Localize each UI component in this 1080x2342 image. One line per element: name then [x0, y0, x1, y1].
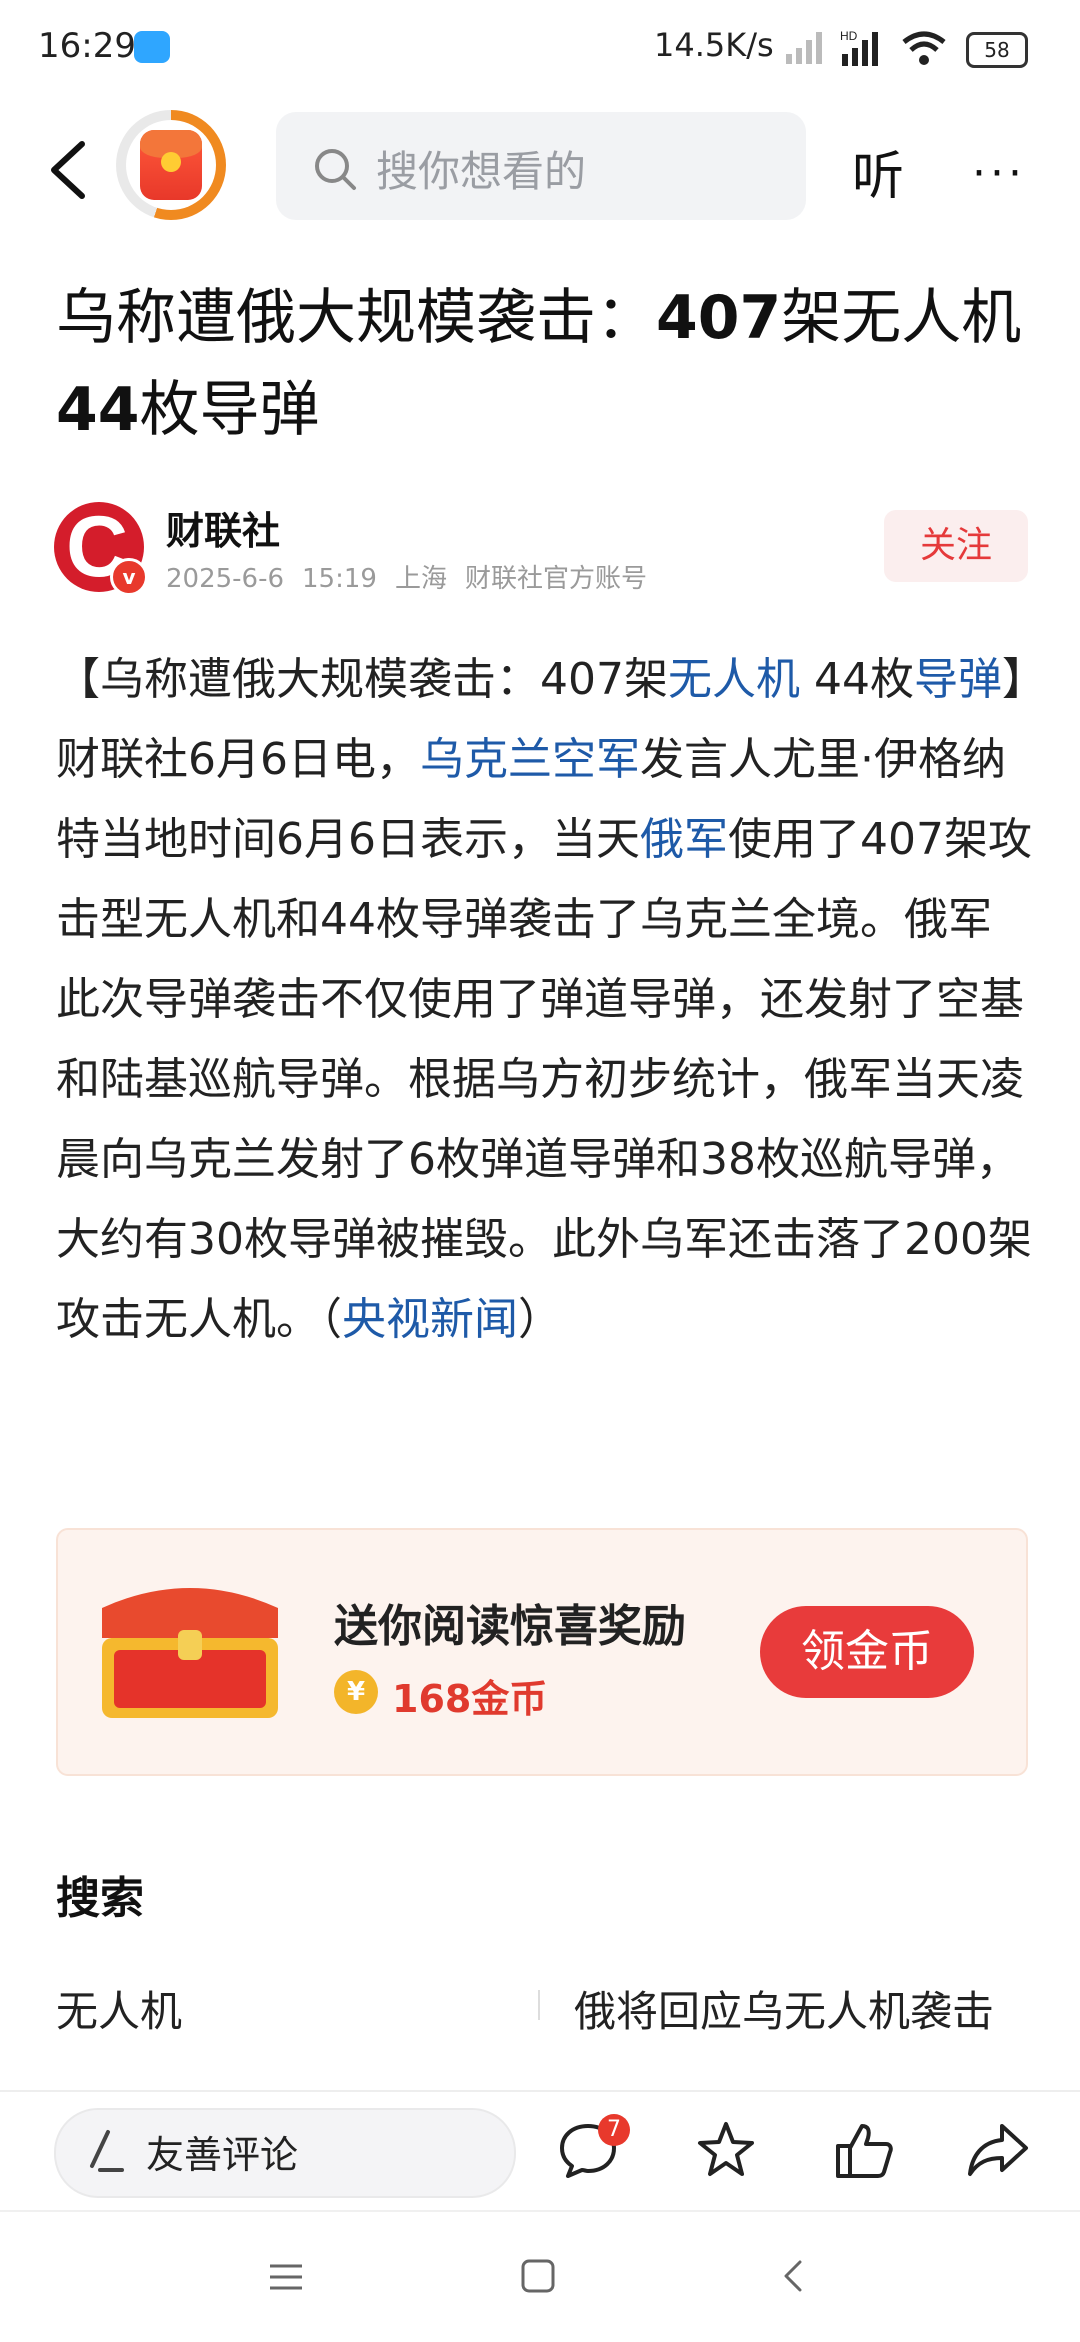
- more-menu-button[interactable]: ···: [972, 148, 1026, 199]
- article-title: 乌称遭俄大规模袭击：407架无人机 44枚导弹: [56, 283, 1022, 445]
- search-suggestion-left[interactable]: 无人机: [56, 1978, 182, 2039]
- comment-placeholder[interactable]: 友善评论: [146, 2124, 298, 2179]
- link-ukraine-airforce[interactable]: 乌克兰空军: [420, 734, 640, 785]
- publish-time: 15:19: [302, 564, 377, 594]
- author-meta: 2025-6-6 15:19 上海 财联社官方账号: [166, 558, 665, 595]
- thumbs-up-icon[interactable]: [832, 2118, 896, 2182]
- status-bar: 16:29 14.5K/s HD 58: [0, 0, 1080, 100]
- suggestion-divider: [538, 1990, 540, 2020]
- share-icon[interactable]: [966, 2118, 1030, 2182]
- svg-text:HD: HD: [840, 30, 858, 43]
- envelope-seal: [161, 152, 181, 172]
- publish-date: 2025-6-6: [166, 564, 285, 594]
- article-body: 【乌称遭俄大规模袭击：407架无人机 44枚导弹】财联社6月6日电，乌克兰空军发…: [56, 654, 1032, 1345]
- comment-count-badge: 7: [598, 2114, 630, 2146]
- wifi-icon: [902, 31, 946, 65]
- listen-button[interactable]: 听: [852, 134, 904, 209]
- search-suggestion-right[interactable]: 俄将回应乌无人机袭击: [574, 1978, 994, 2039]
- reward-coins: 168金币: [392, 1677, 548, 1721]
- link-missile[interactable]: 导弹: [914, 654, 1002, 705]
- treasure-chest-icon: [102, 1588, 278, 1718]
- claim-coins-button[interactable]: 领金币: [760, 1606, 974, 1698]
- account-type: 财联社官方账号: [464, 564, 647, 594]
- link-russian-army[interactable]: 俄军: [640, 814, 728, 865]
- battery-icon: 58: [966, 32, 1028, 68]
- menu-icon[interactable]: [268, 2262, 304, 2292]
- pen-icon: [90, 2130, 124, 2172]
- search-section-title: 搜索: [56, 1873, 144, 1924]
- search-placeholder[interactable]: 搜你想看的: [376, 138, 586, 199]
- cloud-icon: [134, 31, 170, 63]
- verified-badge: v: [110, 558, 148, 596]
- publish-location: 上海: [394, 564, 447, 594]
- network-speed: 14.5K/s: [654, 26, 774, 64]
- search-icon: [315, 149, 356, 190]
- nav-back-icon[interactable]: [780, 2258, 806, 2294]
- hd-signal-icon: HD: [840, 30, 878, 66]
- mobile-signal-icon: [786, 32, 822, 64]
- star-icon[interactable]: [694, 2118, 758, 2182]
- status-time: 16:29: [38, 26, 136, 66]
- reward-title: 送你阅读惊喜奖励: [334, 1601, 686, 1652]
- link-cctv-news[interactable]: 央视新闻: [342, 1294, 518, 1345]
- coin-icon: ¥: [334, 1670, 378, 1714]
- home-icon[interactable]: [520, 2258, 556, 2294]
- back-arrow-icon[interactable]: [44, 140, 94, 200]
- link-drone[interactable]: 无人机: [668, 654, 800, 705]
- follow-button[interactable]: 关注: [884, 510, 1028, 582]
- author-name[interactable]: 财联社: [166, 500, 280, 555]
